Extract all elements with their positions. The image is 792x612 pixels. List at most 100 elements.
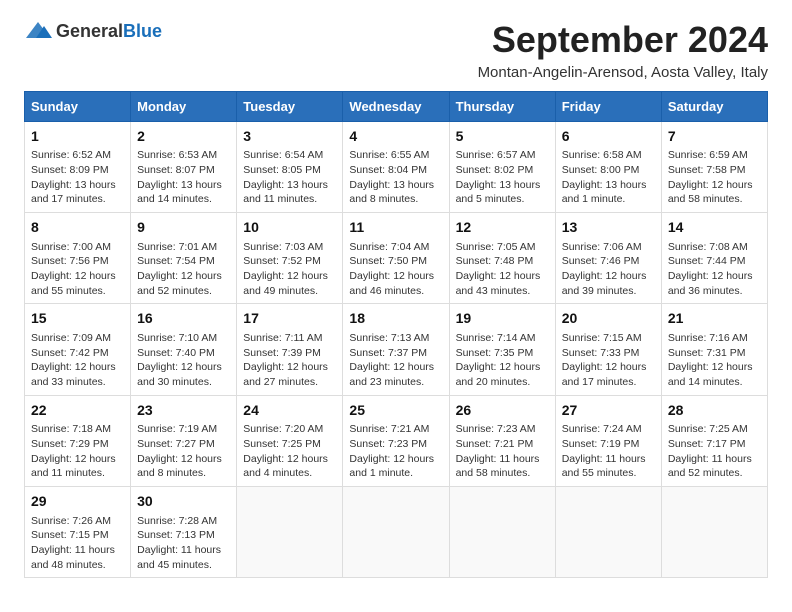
day-info: Sunrise: 7:18 AMSunset: 7:29 PMDaylight:… bbox=[31, 423, 116, 479]
col-tuesday: Tuesday bbox=[237, 91, 343, 121]
table-row: 27Sunrise: 7:24 AMSunset: 7:19 PMDayligh… bbox=[555, 395, 661, 486]
day-number: 1 bbox=[31, 127, 124, 147]
calendar-week-2: 8 Sunrise: 7:00 AMSunset: 7:56 PMDaylight… bbox=[25, 212, 768, 303]
table-row: 10 Sunrise: 7:03 AMSunset: 7:52 PMDayligh… bbox=[237, 212, 343, 303]
day-number: 20 bbox=[562, 309, 655, 329]
table-row: 5Sunrise: 6:57 AMSunset: 8:02 PMDaylight… bbox=[449, 121, 555, 212]
day-info: Sunrise: 6:59 AMSunset: 7:58 PMDaylight:… bbox=[668, 149, 753, 205]
day-info: Sunrise: 7:13 AMSunset: 7:37 PMDaylight:… bbox=[349, 332, 434, 388]
day-number: 7 bbox=[668, 127, 761, 147]
col-saturday: Saturday bbox=[661, 91, 767, 121]
table-row bbox=[343, 486, 449, 577]
day-number: 24 bbox=[243, 401, 336, 421]
day-number: 27 bbox=[562, 401, 655, 421]
calendar-week-4: 22Sunrise: 7:18 AMSunset: 7:29 PMDayligh… bbox=[25, 395, 768, 486]
day-number: 17 bbox=[243, 309, 336, 329]
calendar-table: Sunday Monday Tuesday Wednesday Thursday… bbox=[24, 91, 768, 579]
day-number: 15 bbox=[31, 309, 124, 329]
table-row: 7Sunrise: 6:59 AMSunset: 7:58 PMDaylight… bbox=[661, 121, 767, 212]
day-number: 30 bbox=[137, 492, 230, 512]
table-row bbox=[237, 486, 343, 577]
day-number: 8 bbox=[31, 218, 124, 238]
table-row: 20 Sunrise: 7:15 AMSunset: 7:33 PMDayligh… bbox=[555, 304, 661, 395]
day-number: 19 bbox=[456, 309, 549, 329]
calendar-week-1: 1Sunrise: 6:52 AMSunset: 8:09 PMDaylight… bbox=[25, 121, 768, 212]
day-number: 18 bbox=[349, 309, 442, 329]
table-row bbox=[555, 486, 661, 577]
day-number: 14 bbox=[668, 218, 761, 238]
day-number: 21 bbox=[668, 309, 761, 329]
table-row: 23Sunrise: 7:19 AMSunset: 7:27 PMDayligh… bbox=[131, 395, 237, 486]
table-row: 30Sunrise: 7:28 AMSunset: 7:13 PMDayligh… bbox=[131, 486, 237, 577]
table-row: 13 Sunrise: 7:06 AMSunset: 7:46 PMDayligh… bbox=[555, 212, 661, 303]
day-info: Sunrise: 7:21 AMSunset: 7:23 PMDaylight:… bbox=[349, 423, 434, 479]
logo-text-general: General bbox=[56, 21, 123, 41]
table-row: 4Sunrise: 6:55 AMSunset: 8:04 PMDaylight… bbox=[343, 121, 449, 212]
day-number: 16 bbox=[137, 309, 230, 329]
day-number: 23 bbox=[137, 401, 230, 421]
table-row: 1Sunrise: 6:52 AMSunset: 8:09 PMDaylight… bbox=[25, 121, 131, 212]
day-number: 2 bbox=[137, 127, 230, 147]
table-row: 9 Sunrise: 7:01 AMSunset: 7:54 PMDaylight… bbox=[131, 212, 237, 303]
table-row: 15 Sunrise: 7:09 AMSunset: 7:42 PMDayligh… bbox=[25, 304, 131, 395]
day-info: Sunrise: 6:52 AMSunset: 8:09 PMDaylight:… bbox=[31, 149, 116, 205]
location-title: Montan-Angelin-Arensod, Aosta Valley, It… bbox=[478, 64, 768, 81]
day-number: 3 bbox=[243, 127, 336, 147]
calendar-week-3: 15 Sunrise: 7:09 AMSunset: 7:42 PMDayligh… bbox=[25, 304, 768, 395]
table-row: 12Sunrise: 7:05 AMSunset: 7:48 PMDayligh… bbox=[449, 212, 555, 303]
page-header: GeneralBlue September 2024 Montan-Angeli… bbox=[24, 20, 768, 81]
day-info: Sunrise: 7:14 AMSunset: 7:35 PMDaylight:… bbox=[456, 332, 541, 388]
table-row: 3Sunrise: 6:54 AMSunset: 8:05 PMDaylight… bbox=[237, 121, 343, 212]
day-info: Sunrise: 7:25 AMSunset: 7:17 PMDaylight:… bbox=[668, 423, 752, 479]
table-row: 25Sunrise: 7:21 AMSunset: 7:23 PMDayligh… bbox=[343, 395, 449, 486]
calendar-week-5: 29Sunrise: 7:26 AMSunset: 7:15 PMDayligh… bbox=[25, 486, 768, 577]
day-info: Sunrise: 6:55 AMSunset: 8:04 PMDaylight:… bbox=[349, 149, 434, 205]
table-row: 22Sunrise: 7:18 AMSunset: 7:29 PMDayligh… bbox=[25, 395, 131, 486]
day-number: 11 bbox=[349, 218, 442, 238]
header-row: Sunday Monday Tuesday Wednesday Thursday… bbox=[25, 91, 768, 121]
day-info: Sunrise: 6:54 AMSunset: 8:05 PMDaylight:… bbox=[243, 149, 328, 205]
day-info: Sunrise: 7:15 AMSunset: 7:33 PMDaylight:… bbox=[562, 332, 647, 388]
day-info: Sunrise: 7:09 AMSunset: 7:42 PMDaylight:… bbox=[31, 332, 116, 388]
table-row bbox=[661, 486, 767, 577]
day-info: Sunrise: 7:06 AMSunset: 7:46 PMDaylight:… bbox=[562, 241, 647, 297]
month-title: September 2024 bbox=[478, 20, 768, 60]
day-info: Sunrise: 7:10 AMSunset: 7:40 PMDaylight:… bbox=[137, 332, 222, 388]
logo-text-blue: Blue bbox=[123, 21, 162, 41]
table-row: 18 Sunrise: 7:13 AMSunset: 7:37 PMDayligh… bbox=[343, 304, 449, 395]
day-info: Sunrise: 7:16 AMSunset: 7:31 PMDaylight:… bbox=[668, 332, 753, 388]
table-row: 29Sunrise: 7:26 AMSunset: 7:15 PMDayligh… bbox=[25, 486, 131, 577]
table-row: 6Sunrise: 6:58 AMSunset: 8:00 PMDaylight… bbox=[555, 121, 661, 212]
day-number: 29 bbox=[31, 492, 124, 512]
day-number: 4 bbox=[349, 127, 442, 147]
day-info: Sunrise: 6:53 AMSunset: 8:07 PMDaylight:… bbox=[137, 149, 222, 205]
col-friday: Friday bbox=[555, 91, 661, 121]
day-info: Sunrise: 7:03 AMSunset: 7:52 PMDaylight:… bbox=[243, 241, 328, 297]
day-info: Sunrise: 7:24 AMSunset: 7:19 PMDaylight:… bbox=[562, 423, 646, 479]
day-number: 9 bbox=[137, 218, 230, 238]
day-number: 26 bbox=[456, 401, 549, 421]
table-row: 21 Sunrise: 7:16 AMSunset: 7:31 PMDayligh… bbox=[661, 304, 767, 395]
table-row: 28Sunrise: 7:25 AMSunset: 7:17 PMDayligh… bbox=[661, 395, 767, 486]
day-info: Sunrise: 6:57 AMSunset: 8:02 PMDaylight:… bbox=[456, 149, 541, 205]
title-section: September 2024 Montan-Angelin-Arensod, A… bbox=[478, 20, 768, 81]
day-number: 25 bbox=[349, 401, 442, 421]
table-row: 16 Sunrise: 7:10 AMSunset: 7:40 PMDayligh… bbox=[131, 304, 237, 395]
table-row: 14Sunrise: 7:08 AMSunset: 7:44 PMDayligh… bbox=[661, 212, 767, 303]
day-number: 13 bbox=[562, 218, 655, 238]
table-row bbox=[449, 486, 555, 577]
day-number: 5 bbox=[456, 127, 549, 147]
day-info: Sunrise: 7:01 AMSunset: 7:54 PMDaylight:… bbox=[137, 241, 222, 297]
col-thursday: Thursday bbox=[449, 91, 555, 121]
day-number: 28 bbox=[668, 401, 761, 421]
table-row: 17Sunrise: 7:11 AMSunset: 7:39 PMDayligh… bbox=[237, 304, 343, 395]
day-number: 10 bbox=[243, 218, 336, 238]
day-info: Sunrise: 7:19 AMSunset: 7:27 PMDaylight:… bbox=[137, 423, 222, 479]
col-wednesday: Wednesday bbox=[343, 91, 449, 121]
day-info: Sunrise: 7:04 AMSunset: 7:50 PMDaylight:… bbox=[349, 241, 434, 297]
day-info: Sunrise: 7:05 AMSunset: 7:48 PMDaylight:… bbox=[456, 241, 541, 297]
day-info: Sunrise: 6:58 AMSunset: 8:00 PMDaylight:… bbox=[562, 149, 647, 205]
logo-icon bbox=[24, 20, 52, 42]
table-row: 24Sunrise: 7:20 AMSunset: 7:25 PMDayligh… bbox=[237, 395, 343, 486]
day-info: Sunrise: 7:00 AMSunset: 7:56 PMDaylight:… bbox=[31, 241, 116, 297]
